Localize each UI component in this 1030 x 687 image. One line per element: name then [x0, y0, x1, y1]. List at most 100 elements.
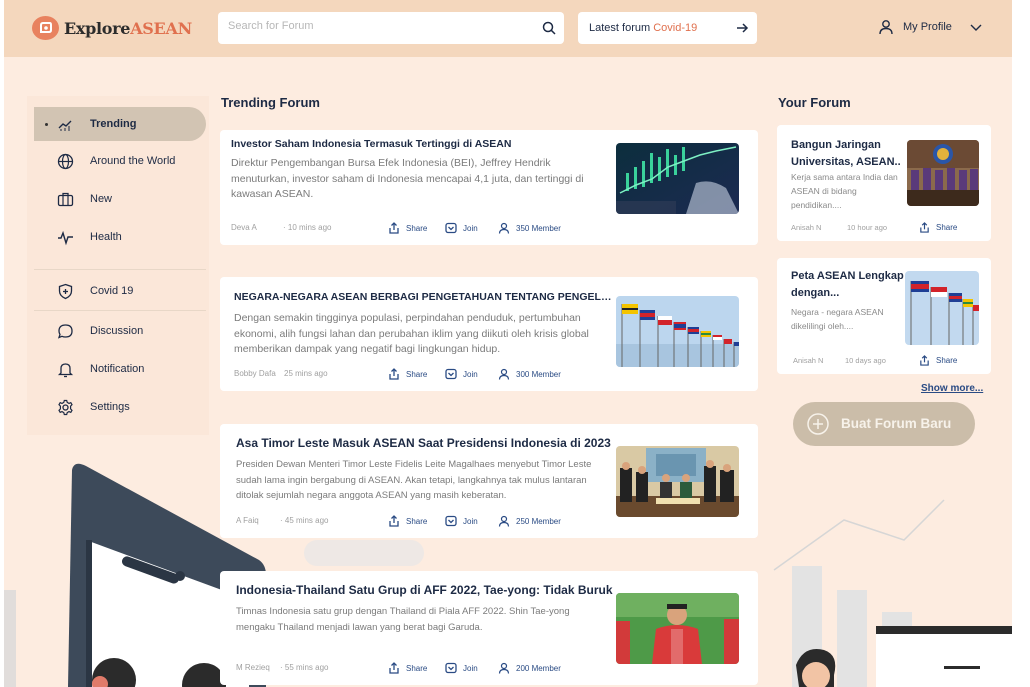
sidebar-item-label: Notification: [90, 363, 145, 375]
sidebar-item-trending[interactable]: Trending: [34, 107, 206, 141]
stock-chart-image: [616, 143, 739, 214]
your-forum-card-description: Negara - negara ASEAN dikelilingi oleh..…: [791, 307, 884, 331]
your-forum-title: Your Forum: [778, 95, 851, 110]
share-button[interactable]: Share: [919, 222, 957, 233]
asean-summit-image: [907, 140, 979, 206]
forum-card-author: Deva A: [231, 223, 257, 232]
your-forum-card-title[interactable]: Bangun Jaringan Universitas, ASEAN..: [791, 137, 905, 171]
member-icon: [498, 368, 510, 380]
share-icon: [389, 515, 399, 527]
join-icon: [445, 222, 457, 234]
share-button[interactable]: Share: [388, 222, 427, 234]
your-forum-card-author: Anisah N: [793, 356, 824, 365]
create-forum-label: Buat Forum Baru: [841, 416, 952, 431]
profile-label: My Profile: [903, 21, 952, 33]
share-label: Share: [406, 516, 428, 526]
join-button[interactable]: Join: [445, 222, 478, 234]
sidebar-item-health[interactable]: Health: [34, 220, 206, 254]
join-icon: [445, 515, 457, 527]
share-button[interactable]: Share: [919, 355, 957, 366]
trending-icon: [58, 120, 72, 131]
sidebar-item-discussion[interactable]: Discussion: [34, 314, 206, 348]
gear-icon: [58, 399, 73, 416]
profile-menu[interactable]: My Profile: [878, 19, 983, 35]
forum-card-time: · 10 mins ago: [283, 223, 332, 232]
sidebar-item-new[interactable]: New: [34, 182, 206, 216]
sidebar-item-label: Covid 19: [90, 285, 134, 297]
search-icon[interactable]: [542, 21, 556, 35]
sidebar-item-covid-19[interactable]: Covid 19: [34, 274, 206, 308]
forum-card[interactable]: Indonesia-Thailand Satu Grup di AFF 2022…: [220, 571, 758, 685]
forum-card-time: 25 mins ago: [284, 369, 328, 378]
sidebar-item-settings[interactable]: Settings: [34, 390, 206, 424]
forum-card-author: Bobby Dafa: [234, 369, 276, 378]
chat-icon: [57, 324, 73, 339]
share-icon: [389, 222, 399, 234]
forum-card[interactable]: Investor Saham Indonesia Termasuk Tertin…: [220, 130, 758, 245]
asean-flags-image: [616, 296, 739, 367]
your-forum-card[interactable]: Peta ASEAN Lengkap dengan... Negara - ne…: [777, 258, 991, 374]
arrow-right-icon: [737, 23, 749, 33]
member-count-label: 200 Member: [516, 663, 561, 673]
forum-card-title[interactable]: Asa Timor Leste Masuk ASEAN Saat Preside…: [236, 436, 616, 450]
sidebar-item-label: Health: [90, 231, 122, 243]
share-label: Share: [936, 356, 958, 365]
join-label: Join: [463, 369, 478, 379]
sidebar-item-label: Trending: [90, 118, 137, 130]
chevron-down-icon[interactable]: [969, 20, 983, 34]
share-button[interactable]: Share: [388, 368, 427, 380]
share-icon: [920, 222, 929, 233]
logo-icon: [32, 16, 59, 40]
user-icon: [879, 20, 893, 35]
sidebar: Trending Around the World New Health Cov…: [27, 96, 209, 435]
join-label: Join: [463, 516, 478, 526]
sidebar-item-around-the-world[interactable]: Around the World: [34, 144, 206, 178]
forum-card[interactable]: NEGARA-NEGARA ASEAN BERBAGI PENGETAHUAN …: [220, 277, 758, 391]
signing-ceremony-image: [616, 446, 739, 517]
forum-card-title[interactable]: Indonesia-Thailand Satu Grup di AFF 2022…: [236, 583, 616, 597]
top-header: ExploreASEAN Latest forum Covid-19 My Pr…: [4, 0, 1012, 57]
sidebar-item-notification[interactable]: Notification: [34, 352, 206, 386]
forum-card[interactable]: Asa Timor Leste Masuk ASEAN Saat Preside…: [220, 424, 758, 538]
share-button[interactable]: Share: [388, 662, 427, 674]
member-count: 350 Member: [498, 222, 561, 234]
your-forum-card-title[interactable]: Peta ASEAN Lengkap dengan...: [791, 268, 905, 302]
your-forum-card-time: 10 hour ago: [847, 223, 888, 232]
sidebar-item-label: Settings: [90, 401, 130, 413]
latest-forum-value: Covid-19: [653, 22, 698, 34]
forum-card-description: Timnas Indonesia satu grup dengan Thaila…: [236, 606, 570, 633]
plus-circle-icon: [807, 413, 829, 435]
app-logo[interactable]: ExploreASEAN: [32, 16, 192, 40]
logo-text-asean: ASEAN: [130, 18, 192, 38]
forum-card-title[interactable]: NEGARA-NEGARA ASEAN BERBAGI PENGETAHUAN …: [234, 291, 614, 303]
member-count-label: 350 Member: [516, 223, 561, 233]
bell-icon: [57, 363, 74, 378]
sidebar-item-label: New: [90, 193, 113, 205]
join-button[interactable]: Join: [445, 368, 478, 380]
join-icon: [445, 368, 457, 380]
share-button[interactable]: Share: [388, 515, 427, 527]
create-forum-button[interactable]: Buat Forum Baru: [793, 402, 975, 446]
active-dot: [45, 123, 48, 126]
sidebar-item-label: Around the World: [90, 155, 176, 167]
your-forum-card-description: Kerja sama antara India dan ASEAN di bid…: [791, 172, 898, 210]
app-frame: ExploreASEAN Latest forum Covid-19 My Pr…: [4, 0, 1012, 687]
sidebar-divider: [34, 310, 206, 311]
latest-forum-label: Latest forum: [589, 22, 654, 34]
forum-card-title[interactable]: Investor Saham Indonesia Termasuk Tertin…: [231, 138, 611, 150]
sidebar-item-label: Discussion: [90, 325, 144, 337]
join-button[interactable]: Join: [445, 662, 478, 674]
your-forum-card[interactable]: Bangun Jaringan Universitas, ASEAN.. Ker…: [777, 125, 991, 241]
sidebar-divider: [34, 269, 206, 270]
forum-card-description: Presiden Dewan Menteri Timor Leste Fidel…: [236, 459, 592, 501]
latest-forum-button[interactable]: Latest forum Covid-19: [578, 12, 757, 44]
show-more-link[interactable]: Show more...: [921, 383, 983, 394]
share-label: Share: [936, 223, 958, 232]
member-icon: [498, 515, 510, 527]
member-count: 200 Member: [498, 662, 561, 674]
your-forum-card-author: Anisah N: [791, 223, 822, 232]
join-icon: [445, 662, 457, 674]
forum-card-description: Direktur Pengembangan Bursa Efek Indones…: [231, 157, 584, 200]
join-button[interactable]: Join: [445, 515, 478, 527]
search-input[interactable]: [228, 20, 528, 32]
